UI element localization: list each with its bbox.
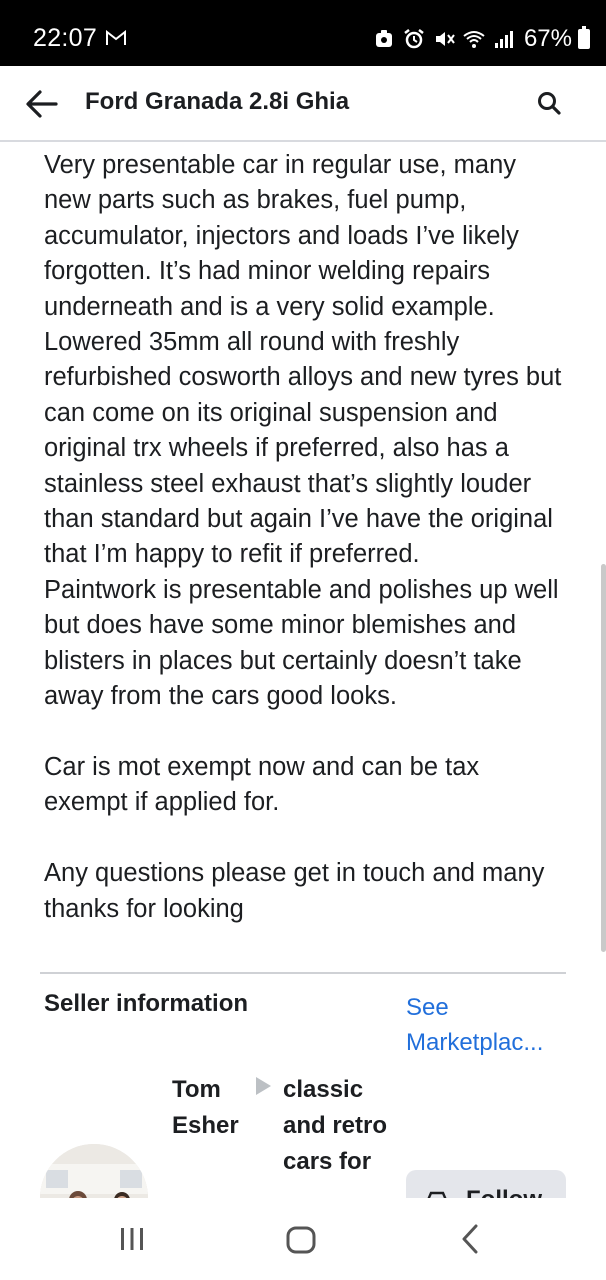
follow-button[interactable]: Follow — [406, 1170, 566, 1198]
status-time: 22:07 — [33, 24, 98, 52]
wifi-icon — [463, 31, 485, 48]
battery-percent: 67% — [523, 25, 572, 52]
screenshot-icon — [375, 30, 392, 47]
listing-description: Very presentable car in regular use, man… — [44, 151, 562, 923]
arrow-left-icon[interactable] — [22, 84, 62, 124]
avatar-photo — [40, 1144, 148, 1198]
status-icons: 67% — [372, 24, 590, 54]
seller-info-heading: Seller information — [44, 990, 249, 1017]
back-nav-icon[interactable] — [460, 1224, 480, 1254]
home-icon[interactable] — [286, 1226, 316, 1254]
avatar[interactable] — [40, 1144, 148, 1198]
car-icon — [427, 1191, 447, 1198]
gmail-icon — [106, 30, 126, 45]
app-header: Ford Granada 2.8i Ghia — [0, 66, 606, 142]
page-title: Ford Granada 2.8i Ghia — [85, 88, 350, 115]
mute-icon — [435, 32, 455, 46]
search-icon[interactable] — [536, 90, 562, 116]
recent-apps-icon[interactable] — [118, 1226, 146, 1252]
battery-icon — [578, 26, 590, 49]
divider — [40, 972, 566, 974]
triangle-right-icon — [256, 1077, 271, 1095]
signal-icon — [494, 31, 513, 48]
follow-label: Follow — [466, 1186, 542, 1198]
scrollbar[interactable] — [601, 564, 606, 952]
system-nav-bar — [0, 1198, 606, 1280]
seller-name[interactable]: Tom Esher — [172, 1072, 252, 1144]
alarm-icon — [404, 29, 424, 49]
see-marketplace-link[interactable]: See Marketplac... — [406, 990, 576, 1060]
group-name[interactable]: classic and retro cars for — [283, 1072, 393, 1180]
status-bar: 22:07 67% — [0, 0, 606, 66]
listing-content[interactable]: Very presentable car in regular use, man… — [0, 144, 606, 1198]
